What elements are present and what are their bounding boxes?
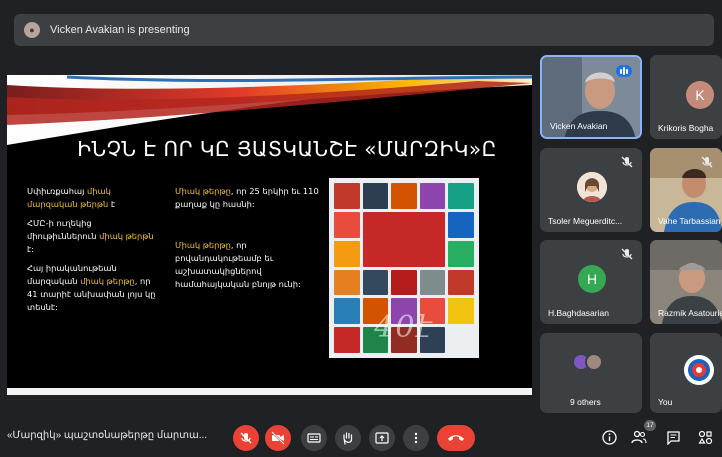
highlight-text: միակ թերթն (99, 231, 154, 241)
slide-column-1: Սփիւռքահայ միակ մարզական թերթն է ՀՄԸ-ի ո… (27, 185, 162, 320)
participant-tile-krikoris[interactable]: K Krikoris Bogha (650, 55, 722, 139)
slide-column-2: Միակ թերթը, որ 25 երկիր եւ 110 քաղաք կը … (175, 185, 320, 297)
magazine-cover (448, 269, 474, 296)
captions-icon (307, 433, 321, 443)
magazine-cover (419, 269, 446, 296)
shared-slide: ԻՆՉՆ Է ՈՐ ԿԸ ՅԱՏԿԱՆՇԷ «ՄԱՐԶԻԿ»Ը Սփիւռքահ… (7, 75, 532, 395)
magazine-cover (362, 269, 389, 296)
presenting-text: Vicken Avakian is presenting (50, 24, 190, 36)
slide-footer-bar (7, 388, 532, 395)
highlight-text: Միակ թերթը (175, 240, 231, 250)
magazine-cover (391, 269, 417, 296)
avatar-photo (577, 172, 607, 202)
mic-off-icon (621, 156, 633, 168)
more-options-icon (414, 432, 418, 444)
participant-name: Vahe Tarbassian (658, 216, 721, 226)
more-options-button[interactable] (403, 425, 429, 451)
participant-tile-baghdasarian[interactable]: H H.Baghdasarian (540, 240, 642, 324)
chat-icon (666, 430, 680, 445)
slide-paragraph: Սփիւռքահայ միակ մարզական թերթն է (27, 185, 162, 211)
captions-button[interactable] (301, 425, 327, 451)
mic-off-icon (701, 156, 713, 168)
people-button[interactable] (630, 428, 648, 446)
slide-paragraph: ՀՄԸ-ի ուղեկից միութիւններուն միակ թերթն … (27, 217, 162, 256)
raise-hand-button[interactable] (335, 425, 361, 451)
slide-swoosh-decoration (7, 75, 532, 145)
magazine-cover (362, 183, 389, 209)
meeting-controls-bar: «Մարզիկ» պաշտօնաթերթը մարտա... 17 (0, 418, 722, 457)
participant-name: You (658, 397, 673, 407)
end-call-button[interactable] (437, 425, 475, 451)
text-run: է (108, 199, 116, 209)
magazine-cover-featured (362, 211, 446, 267)
collage-overlay-text: 40է (374, 310, 434, 345)
participant-avatar: K (686, 81, 714, 109)
participant-tile-razmik[interactable]: Razmik Asatourian (650, 240, 722, 324)
participant-avatar (577, 172, 607, 202)
camera-toggle-button[interactable] (265, 425, 291, 451)
magazine-cover (448, 240, 474, 267)
text-run: Սփիւռքահայ (27, 186, 87, 196)
people-icon (631, 430, 647, 444)
slide-paragraph: Միակ թերթը, որ բովանդակութեամբ եւ աշխատա… (175, 239, 320, 291)
magazine-cover (419, 183, 446, 209)
participant-avatar: H (578, 265, 606, 293)
participant-name: Razmik Asatourian (658, 308, 722, 318)
present-icon (375, 432, 389, 444)
mic-toggle-button[interactable] (233, 425, 259, 451)
avatar-initial: K (695, 87, 705, 103)
end-call-icon (448, 435, 464, 441)
participant-tile-others[interactable]: 9 others (540, 333, 642, 413)
participant-avatar (585, 353, 603, 371)
magazine-cover (448, 183, 474, 209)
presenter-avatar: ● (24, 22, 40, 38)
highlight-text: Միակ թերթը (175, 186, 231, 196)
info-icon (601, 429, 617, 445)
slide-title: ԻՆՉՆ Է ՈՐ ԿԸ ՅԱՏԿԱՆՇԷ «ՄԱՐԶԻԿ»Ը (77, 137, 497, 161)
activities-button[interactable] (696, 428, 714, 446)
participant-name: H.Baghdasarian (548, 308, 609, 318)
meeting-details-button[interactable] (600, 428, 618, 446)
magazine-cover (391, 183, 417, 209)
participant-tile-you[interactable]: You (650, 333, 722, 413)
magazine-cover (334, 183, 360, 209)
text-run: է: (27, 244, 35, 254)
participant-name: Krikoris Bogha (658, 123, 714, 133)
participant-name: 9 others (570, 397, 601, 407)
participant-tile-tsoler[interactable]: Tsoler Meguerditc... (540, 148, 642, 232)
participant-tile-vicken[interactable]: Vicken Avakian (540, 55, 642, 139)
magazine-cover (334, 240, 360, 267)
text-run: ՀՄԸ-ի ուղեկից միութիւններուն (27, 218, 100, 241)
speaking-indicator-icon (616, 65, 632, 77)
slide-paragraph: Հայ իրականութեան մարզական միակ թերթը, որ… (27, 262, 162, 314)
participant-tile-vahe[interactable]: Vahe Tarbassian (650, 148, 722, 232)
slide-paragraph: Միակ թերթը, որ 25 երկիր եւ 110 քաղաք կը … (175, 185, 320, 211)
meeting-title: «Մարզիկ» պաշտօնաթերթը մարտա... (7, 430, 208, 441)
avatar-initial: H (586, 271, 598, 287)
raise-hand-icon (343, 432, 353, 445)
camera-off-icon (271, 431, 285, 445)
presenting-banner: ● Vicken Avakian is presenting (14, 14, 714, 46)
club-logo-icon (688, 359, 710, 381)
participant-avatar (684, 355, 714, 385)
participant-name: Tsoler Meguerditc... (548, 216, 623, 226)
mic-off-icon (240, 432, 252, 444)
magazine-cover (448, 211, 474, 238)
mic-off-icon (621, 248, 633, 260)
chat-button[interactable] (664, 428, 682, 446)
magazine-cover (334, 269, 360, 296)
magazine-cover (334, 211, 360, 238)
participant-name: Vicken Avakian (550, 121, 608, 131)
highlight-text: միակ թերթը (80, 276, 135, 286)
activities-icon (697, 430, 712, 444)
present-button[interactable] (369, 425, 395, 451)
